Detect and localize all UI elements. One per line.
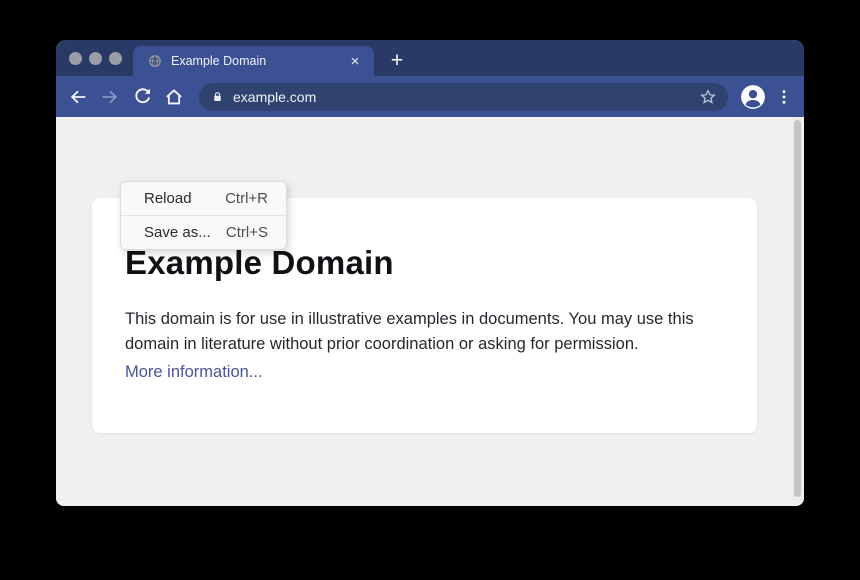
toolbar: example.com [56,76,804,117]
home-icon [163,86,185,108]
context-menu-item-save-as[interactable]: Save as... Ctrl+S [121,215,286,249]
back-button[interactable] [66,85,90,109]
context-menu: Reload Ctrl+R Save as... Ctrl+S [120,181,287,250]
reload-button[interactable] [130,85,154,109]
new-tab-button[interactable]: + [382,46,412,76]
window-maximize-button[interactable] [109,52,122,65]
titlebar: Example Domain × + [56,40,804,76]
browser-window: Example Domain × + [56,40,804,506]
tab-title: Example Domain [171,54,347,68]
menu-item-shortcut: Ctrl+S [226,224,268,241]
three-dots-icon [775,88,793,106]
profile-avatar-icon[interactable] [740,84,766,110]
window-minimize-button[interactable] [89,52,102,65]
scrollbar-track [792,118,802,503]
page-paragraph: This domain is for use in illustrative e… [125,307,725,357]
menu-item-shortcut: Ctrl+R [225,190,268,207]
scrollbar-thumb[interactable] [794,120,801,497]
home-button[interactable] [162,85,186,109]
url-text[interactable]: example.com [233,89,698,105]
browser-menu-button[interactable] [772,85,796,109]
page-content: Example Domain This domain is for use in… [56,117,804,506]
menu-item-label: Save as... [144,224,211,241]
forward-button[interactable] [98,85,122,109]
lock-icon[interactable] [211,90,224,104]
more-information-link[interactable]: More information... [125,363,263,382]
bookmark-star-icon[interactable] [698,87,718,107]
back-arrow-icon [67,86,89,108]
reload-icon [132,86,153,107]
tab-close-icon[interactable]: × [347,54,363,69]
address-bar[interactable]: example.com [199,83,728,111]
browser-tab[interactable]: Example Domain × [133,46,374,76]
context-menu-item-reload[interactable]: Reload Ctrl+R [121,182,286,215]
forward-arrow-icon [99,86,121,108]
window-close-button[interactable] [69,52,82,65]
globe-favicon-icon [148,54,162,68]
menu-item-label: Reload [144,190,192,207]
